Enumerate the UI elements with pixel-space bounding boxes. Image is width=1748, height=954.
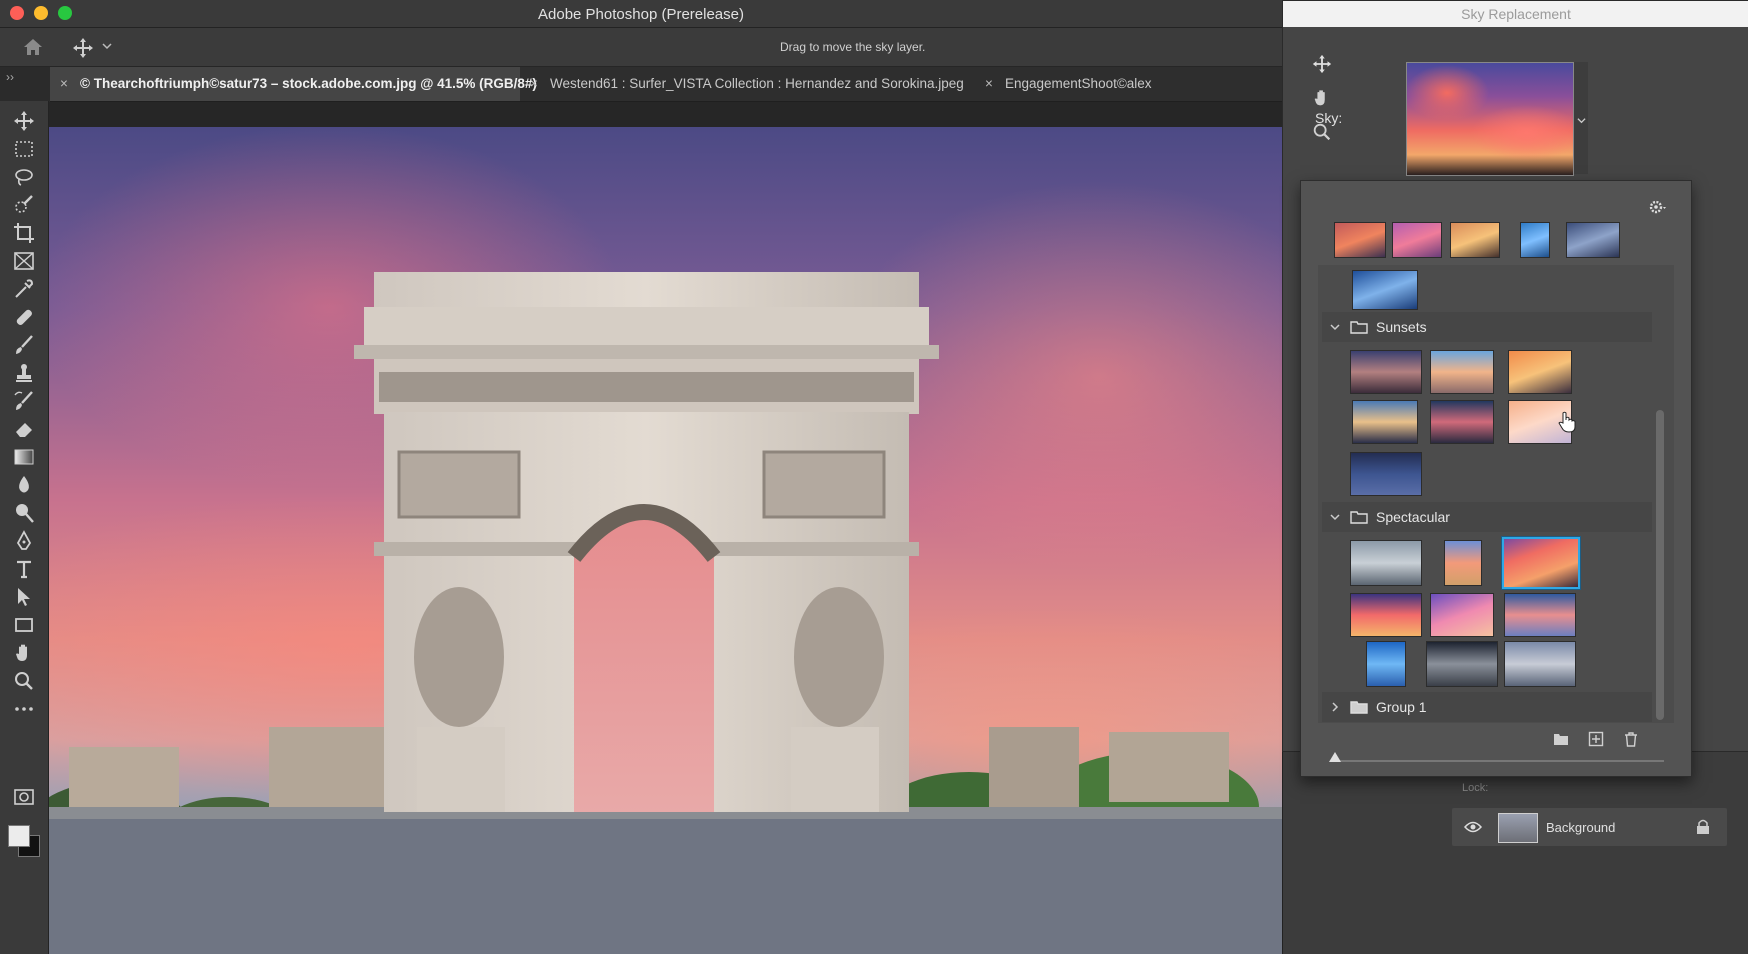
thumbnail-size-slider[interactable] [1334,760,1664,762]
sky-thumbnail[interactable] [1350,540,1422,586]
move-tool-icon[interactable] [72,37,94,59]
layer-name: Background [1546,820,1616,835]
tab-document-2[interactable]: × Westend61 : Surfer_VISTA Collection : H… [520,67,980,101]
sky-thumbnail[interactable] [1450,222,1500,258]
sky-thumbnail[interactable] [1366,641,1406,687]
sky-thumbnail[interactable] [1430,593,1494,637]
new-group-folder-icon[interactable] [1553,731,1569,747]
sky-thumbnail[interactable] [1520,222,1550,258]
gear-icon[interactable] [1649,199,1667,215]
chevron-right-icon[interactable] [1330,702,1340,712]
foreground-color-swatch[interactable] [8,825,30,847]
sky-thumbnail[interactable] [1430,350,1494,394]
rectangle-icon[interactable] [12,613,36,637]
zoom-icon[interactable] [12,669,36,693]
chevron-down-icon[interactable] [1330,512,1340,522]
sky-thumbnail[interactable] [1504,641,1576,687]
home-icon[interactable] [22,37,44,57]
group-name: Group 1 [1376,699,1427,715]
layer-thumbnail [1498,813,1538,843]
hand-icon[interactable] [12,641,36,665]
folder-icon [1350,511,1368,524]
healing-icon[interactable] [12,305,36,329]
pen-icon[interactable] [12,529,36,553]
chevron-down-icon[interactable] [1577,116,1586,125]
sky-thumbnail[interactable] [1426,641,1498,687]
document-canvas[interactable] [49,127,1282,954]
folder-icon [1350,321,1368,334]
tab-document-3[interactable]: × EngagementShoot©alex [975,67,1282,101]
sky-thumbnail[interactable] [1352,270,1418,310]
tab-document-1[interactable]: × © Thearchoftriumph©satur73 – stock.adob… [50,67,537,101]
move-icon[interactable] [1311,53,1333,75]
close-icon[interactable]: × [60,67,70,101]
tab-label: © Thearchoftriumph©satur73 – stock.adobe… [80,76,537,91]
add-sky-icon[interactable] [1588,731,1604,747]
blur-icon[interactable] [12,473,36,497]
path-select-icon[interactable] [12,585,36,609]
options-bar: Drag to move the sky layer. [0,28,1282,67]
chevron-down-icon[interactable] [1330,322,1340,332]
hand-icon[interactable] [1311,87,1333,109]
arc-de-triomphe-image [49,272,1282,954]
chevron-down-icon[interactable] [102,41,112,51]
eraser-icon[interactable] [12,417,36,441]
group-name: Spectacular [1376,509,1450,525]
folder-icon [1350,701,1368,714]
hand-cursor-icon [1558,411,1576,433]
type-icon[interactable] [12,557,36,581]
tab-label: Westend61 : Surfer_VISTA Collection : He… [550,76,964,91]
sky-thumbnail[interactable] [1350,452,1422,496]
slider-knob[interactable] [1329,752,1341,762]
crop-icon[interactable] [12,221,36,245]
expand-panels-icon[interactable]: ›› [6,70,14,84]
eyedropper-icon[interactable] [12,277,36,301]
sky-thumbnail[interactable] [1352,400,1418,444]
sky-thumbnail[interactable] [1430,400,1494,444]
sky-thumbnail[interactable] [1392,222,1442,258]
dodge-icon[interactable] [12,501,36,525]
lasso-icon[interactable] [12,165,36,189]
gradient-icon[interactable] [12,445,36,469]
sky-thumbnail[interactable] [1508,350,1572,394]
brush-icon[interactable] [12,333,36,357]
lock-icon[interactable] [1696,819,1710,835]
sky-thumbnail[interactable] [1444,540,1482,586]
more-icon[interactable] [12,697,36,721]
sky-list-scrollbar[interactable] [1656,410,1664,720]
history-brush-icon[interactable] [12,389,36,413]
close-icon[interactable]: × [530,67,540,101]
marquee-icon[interactable] [12,137,36,161]
document-tabs: × © Thearchoftriumph©satur73 – stock.adob… [50,67,1282,102]
dialog-title: Sky Replacement [1283,1,1748,27]
quick-select-icon[interactable] [12,193,36,217]
sky-preview[interactable] [1406,62,1574,176]
group-spectacular[interactable]: Spectacular [1322,502,1652,532]
trash-icon[interactable] [1623,731,1639,747]
sky-thumbnail[interactable] [1334,222,1386,258]
frame-icon[interactable] [12,249,36,273]
sky-thumbnail[interactable] [1566,222,1620,258]
sky-thumbnail-selected[interactable] [1502,537,1580,589]
tab-label: EngagementShoot©alex [1005,76,1152,91]
group-name: Sunsets [1376,319,1427,335]
eye-icon[interactable] [1464,820,1482,834]
stamp-icon[interactable] [12,361,36,385]
sky-thumbnail[interactable] [1504,593,1576,637]
quick-mask-icon[interactable] [12,785,36,809]
group-sunsets[interactable]: Sunsets [1322,312,1652,342]
group-group-1[interactable]: Group 1 [1322,692,1652,722]
sky-thumbnail[interactable] [1350,350,1422,394]
sky-label: Sky: [1315,110,1343,126]
lock-label: Lock: [1462,782,1489,794]
app-title: Adobe Photoshop (Prerelease) [538,6,744,23]
options-hint: Drag to move the sky layer. [780,40,926,54]
move-icon[interactable] [12,109,36,133]
close-icon[interactable]: × [985,67,995,101]
sky-thumbnail[interactable] [1350,593,1422,637]
tools-panel [0,101,49,954]
